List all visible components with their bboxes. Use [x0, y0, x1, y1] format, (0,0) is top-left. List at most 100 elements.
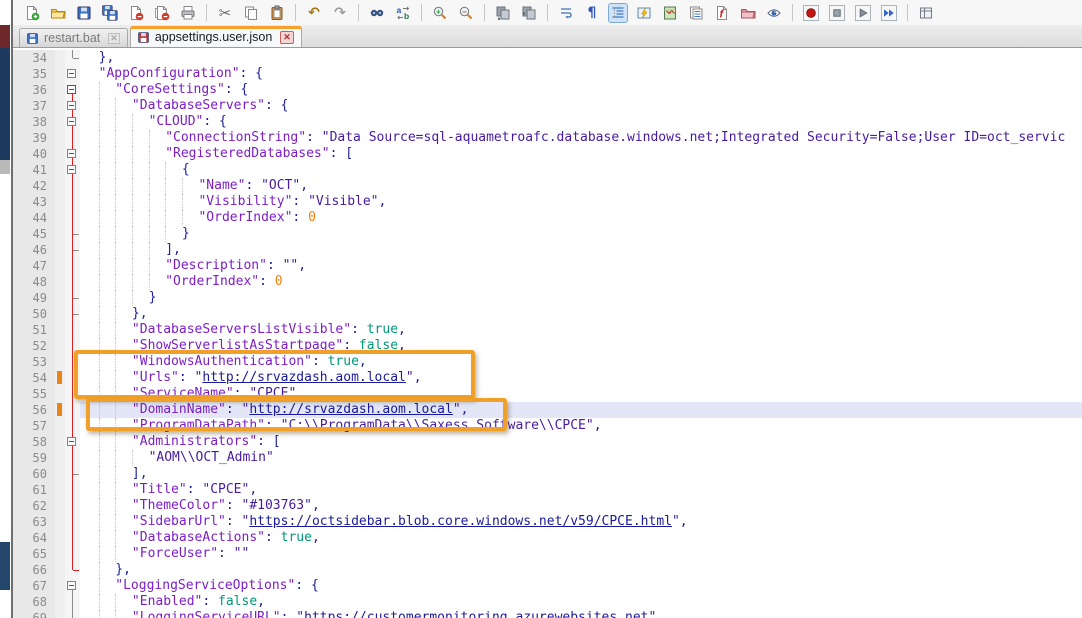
show-indent-guide-icon[interactable]	[609, 4, 627, 22]
close-all-icon[interactable]	[153, 4, 171, 22]
redo-icon[interactable]: ↷	[331, 4, 349, 22]
fold-margin[interactable]	[65, 162, 80, 178]
undo-icon[interactable]: ↶	[305, 4, 323, 22]
macro-run-multiple-icon[interactable]	[880, 4, 898, 22]
code-text[interactable]: "RegisteredDatabases": [	[80, 146, 1082, 162]
fold-margin[interactable]	[65, 578, 80, 594]
macro-record-icon[interactable]	[802, 4, 820, 22]
line-number[interactable]: 49	[13, 290, 55, 306]
line-number[interactable]: 55	[13, 386, 55, 402]
code-text[interactable]: "AOM\\OCT_Admin"	[80, 450, 1082, 466]
code-text[interactable]: "ConnectionString": "Data Source=sql-aqu…	[80, 130, 1082, 146]
code-editor[interactable]: 34}, 35 "AppConfiguration": { 36 "CoreSettin…	[13, 47, 1082, 618]
line-number[interactable]: 67	[13, 578, 55, 594]
show-all-characters-icon[interactable]: ¶	[583, 4, 601, 22]
code-text[interactable]: }	[80, 290, 1082, 306]
tab-close-icon[interactable]: ✕	[280, 31, 294, 44]
line-number[interactable]: 56	[13, 402, 55, 418]
code-text[interactable]: {	[80, 162, 1082, 178]
monitoring-icon[interactable]	[765, 4, 783, 22]
code-text[interactable]: "CLOUD": {	[80, 114, 1082, 130]
line-number[interactable]: 40	[13, 146, 55, 162]
line-number[interactable]: 50	[13, 306, 55, 322]
code-text[interactable]: "Administrators": [	[80, 434, 1082, 450]
fold-margin[interactable]	[65, 434, 80, 450]
hyperlink[interactable]: https://octsidebar.blob.core.windows.net…	[249, 514, 672, 529]
word-wrap-icon[interactable]	[557, 4, 575, 22]
cut-icon[interactable]: ✂	[216, 4, 234, 22]
code-text[interactable]: },	[80, 50, 1082, 66]
close-file-icon[interactable]	[127, 4, 145, 22]
define-language-icon[interactable]	[635, 4, 653, 22]
code-text[interactable]: "LoggingServiceOptions": {	[80, 578, 1082, 594]
line-number[interactable]: 58	[13, 434, 55, 450]
code-text[interactable]: "ForceUser": ""	[80, 546, 1082, 562]
code-text[interactable]: ],	[80, 242, 1082, 258]
code-text[interactable]: "CoreSettings": {	[80, 82, 1082, 98]
tab-appsettings-user-json[interactable]: appsettings.user.json✕	[130, 26, 302, 47]
line-number[interactable]: 59	[13, 450, 55, 466]
code-text[interactable]: "Name": "OCT",	[80, 178, 1082, 194]
hyperlink[interactable]: https://customermonitoring.azurewebsites…	[304, 610, 648, 618]
code-text[interactable]: "AppConfiguration": {	[80, 66, 1082, 82]
code-text[interactable]: ],	[80, 466, 1082, 482]
code-text[interactable]: "DatabaseActions": true,	[80, 530, 1082, 546]
line-number[interactable]: 42	[13, 178, 55, 194]
code-text[interactable]: "DatabaseServersListVisible": true,	[80, 322, 1082, 338]
code-text[interactable]: "Description": "",	[80, 258, 1082, 274]
line-number[interactable]: 34	[13, 50, 55, 66]
code-text[interactable]: "Title": "CPCE",	[80, 482, 1082, 498]
code-text[interactable]: "OrderIndex": 0	[80, 210, 1082, 226]
code-text[interactable]: "ThemeColor": "#103763",	[80, 498, 1082, 514]
line-number[interactable]: 68	[13, 594, 55, 610]
line-number[interactable]: 61	[13, 482, 55, 498]
code-text[interactable]: "LoggingServiceURL": "https://customermo…	[80, 610, 1082, 618]
sync-scroll-horizontal-icon[interactable]	[520, 4, 538, 22]
line-number[interactable]: 48	[13, 274, 55, 290]
code-text[interactable]: }	[80, 226, 1082, 242]
fold-margin[interactable]	[65, 66, 80, 82]
line-number[interactable]: 53	[13, 354, 55, 370]
fold-margin[interactable]	[65, 146, 80, 162]
line-number[interactable]: 35	[13, 66, 55, 82]
line-number[interactable]: 46	[13, 242, 55, 258]
line-number[interactable]: 52	[13, 338, 55, 354]
code-text[interactable]: },	[80, 562, 1082, 578]
line-number[interactable]: 51	[13, 322, 55, 338]
macro-play-icon[interactable]	[854, 4, 872, 22]
line-number[interactable]: 54	[13, 370, 55, 386]
tab-close-icon[interactable]: ✕	[108, 33, 120, 44]
folder-as-workspace-icon[interactable]	[739, 4, 757, 22]
line-number[interactable]: 41	[13, 162, 55, 178]
open-file-icon[interactable]	[49, 4, 67, 22]
copy-icon[interactable]	[242, 4, 260, 22]
code-text[interactable]: "OrderIndex": 0	[80, 274, 1082, 290]
code-text[interactable]: "SidebarUrl": "https://octsidebar.blob.c…	[80, 514, 1082, 530]
function-list-icon[interactable]: f	[713, 4, 731, 22]
save-all-icon[interactable]	[101, 4, 119, 22]
line-number[interactable]: 69	[13, 610, 55, 618]
line-number[interactable]: 39	[13, 130, 55, 146]
tab-restart-bat[interactable]: restart.bat✕	[19, 28, 128, 47]
document-map-icon[interactable]	[661, 4, 679, 22]
new-file-icon[interactable]	[23, 4, 41, 22]
line-number[interactable]: 36	[13, 82, 55, 98]
code-text[interactable]: "DatabaseServers": {	[80, 98, 1082, 114]
line-number[interactable]: 57	[13, 418, 55, 434]
line-number[interactable]: 65	[13, 546, 55, 562]
code-text[interactable]: },	[80, 306, 1082, 322]
line-number[interactable]: 37	[13, 98, 55, 114]
macro-stop-icon[interactable]	[828, 4, 846, 22]
document-list-icon[interactable]	[687, 4, 705, 22]
save-recorded-macro-icon[interactable]	[917, 4, 935, 22]
paste-icon[interactable]	[268, 4, 286, 22]
line-number[interactable]: 38	[13, 114, 55, 130]
sync-scroll-vertical-icon[interactable]	[494, 4, 512, 22]
line-number[interactable]: 62	[13, 498, 55, 514]
line-number[interactable]: 44	[13, 210, 55, 226]
replace-icon[interactable]: ab	[394, 4, 412, 22]
zoom-out-icon[interactable]: −	[457, 4, 475, 22]
line-number[interactable]: 63	[13, 514, 55, 530]
code-text[interactable]: "Visibility": "Visible",	[80, 194, 1082, 210]
line-number[interactable]: 60	[13, 466, 55, 482]
